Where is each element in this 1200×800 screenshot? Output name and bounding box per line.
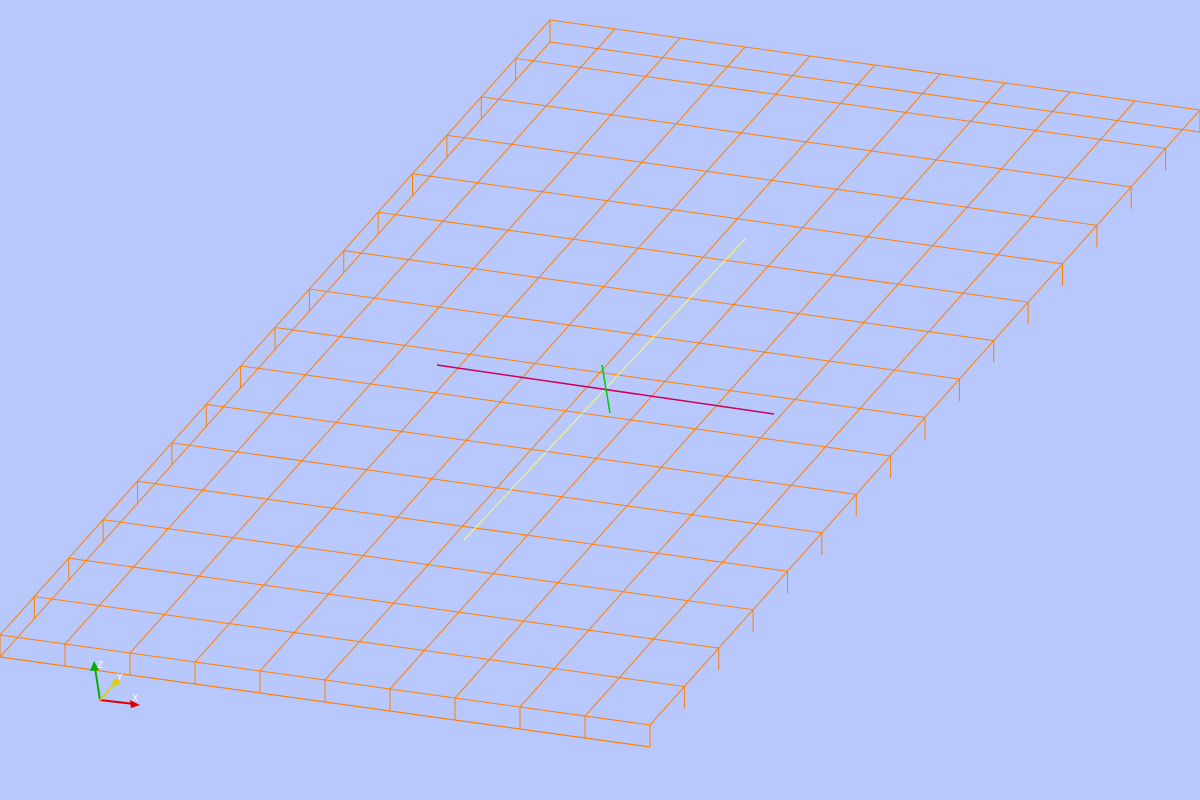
triad-y-axis [99,681,117,701]
triad-y-label: Y [116,673,123,683]
3d-viewport[interactable]: X Z Y [0,0,1200,800]
viewport-canvas[interactable]: X Z Y [0,0,1200,800]
mesh-line-v [584,100,1136,717]
mesh-line-v [454,82,1006,699]
mesh-line-v [324,64,876,681]
mesh-line-v [129,37,681,654]
mesh-bottom-edge [549,41,1200,133]
center-axes [436,237,775,541]
mesh-line-v [64,28,616,645]
wireframe-mesh [0,19,1200,748]
triad-z-axis [94,667,101,701]
mesh-line-v [519,91,1071,708]
orientation-triad: X Z Y [90,661,140,708]
mesh-line-v [194,46,746,663]
mesh-line-v [389,73,941,690]
triad-x-axis [99,699,135,705]
triad-z-label: Z [97,661,103,671]
triad-x-label: X [132,694,138,704]
mesh-line-v [259,55,811,672]
